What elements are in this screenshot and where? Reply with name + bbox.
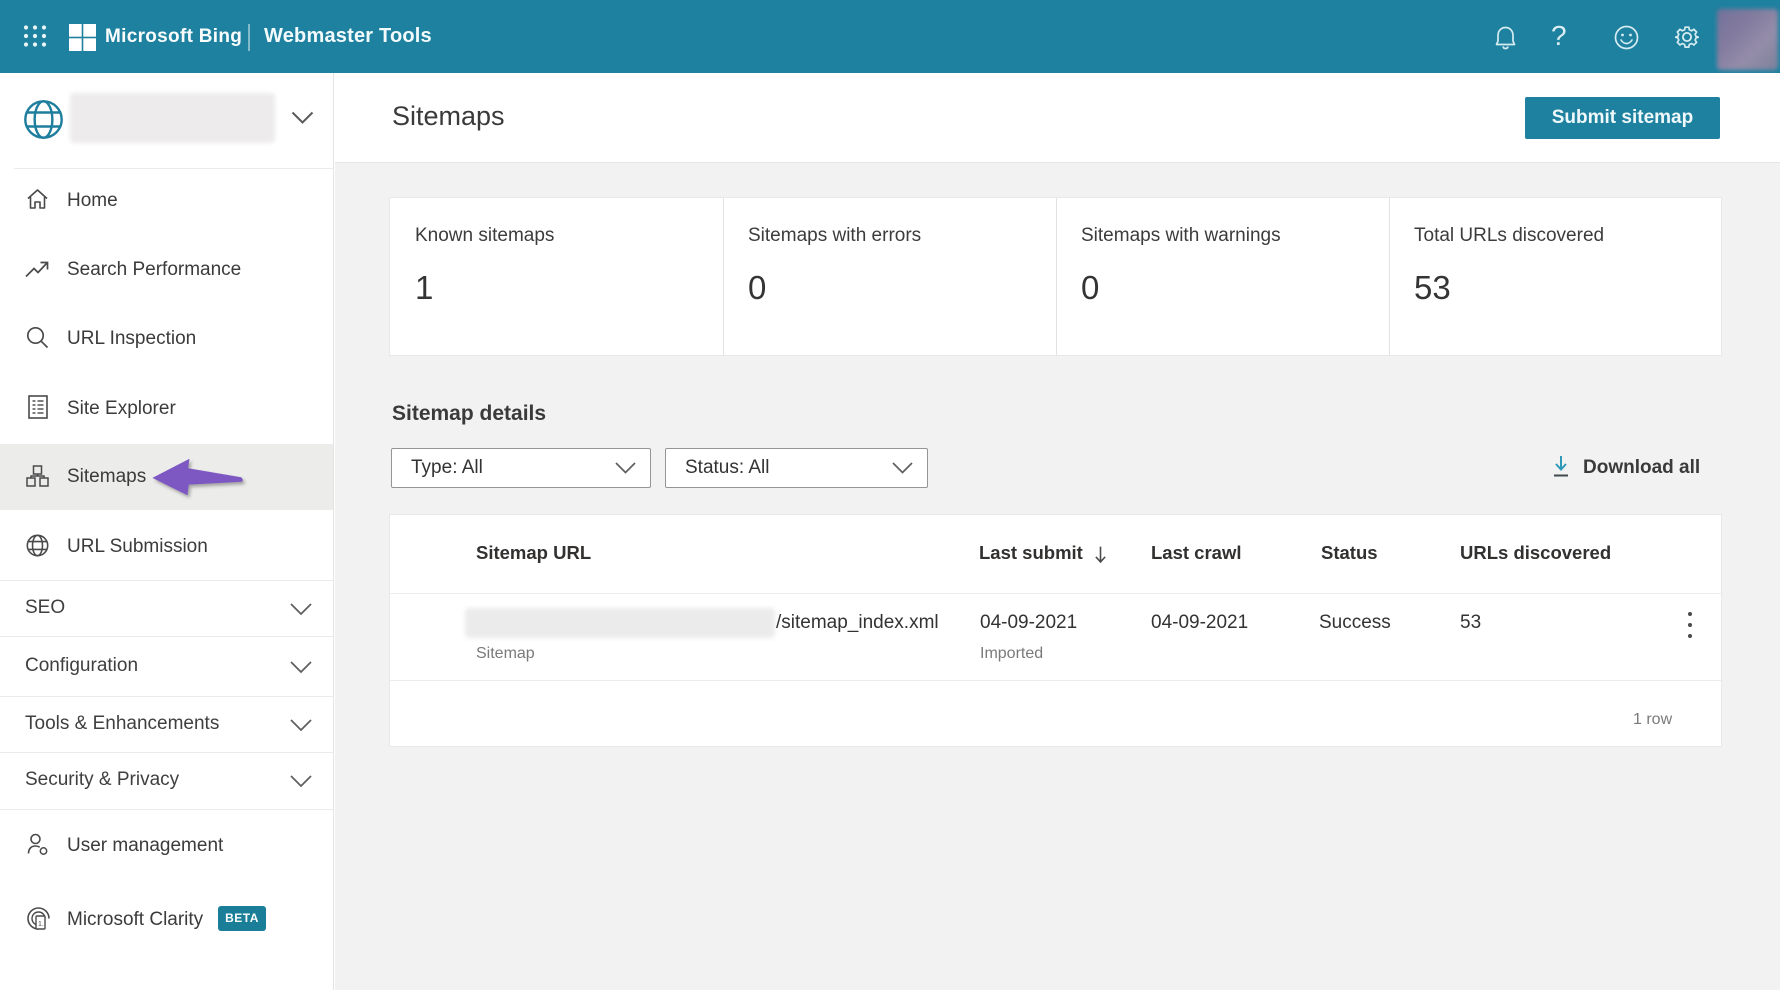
svg-text:1.: 1. bbox=[38, 921, 44, 928]
